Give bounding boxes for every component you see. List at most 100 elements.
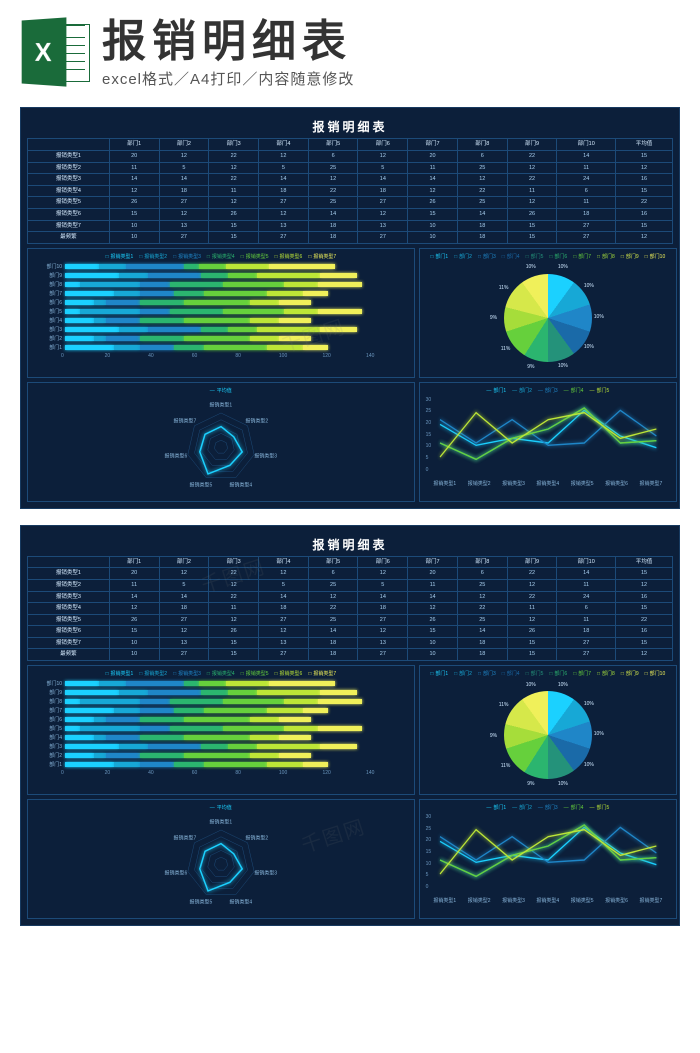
table-header: 部门6 (358, 556, 408, 568)
legend-item: 报销类型4 (207, 670, 235, 677)
radar-axis-label: 报销类型6 (165, 453, 188, 460)
bar-segment (65, 717, 94, 722)
bar-segment (184, 717, 250, 722)
bar-segment (94, 336, 106, 341)
bar-segment (80, 282, 141, 287)
bar-segment (279, 318, 311, 323)
bar-segment (204, 291, 267, 296)
legend-item: 报销类型2 (139, 253, 167, 260)
radar-axis-label: 报销类型5 (189, 481, 212, 488)
table-cell: 18 (557, 626, 616, 638)
axis-tick: 20 (105, 770, 149, 776)
bar-segment (94, 300, 106, 305)
bar-segment (284, 699, 318, 704)
table-header: 部门3 (209, 556, 259, 568)
bar-segment (140, 753, 184, 758)
table-cell: 12 (308, 174, 358, 186)
axis-tick: 140 (366, 353, 410, 359)
bar-segment (148, 273, 202, 278)
table-header (28, 556, 110, 568)
bar-segment (94, 717, 106, 722)
bar-segment (140, 726, 169, 731)
bar-segment (250, 717, 279, 722)
legend-item: 部门2 (454, 670, 472, 677)
table-cell: 12 (457, 591, 507, 603)
bar-row: 部门5 (36, 725, 406, 732)
table-cell: 14 (109, 174, 159, 186)
table-cell: 11 (557, 197, 616, 209)
bar-segment (106, 735, 140, 740)
table-cell: 15 (507, 649, 557, 661)
bar-segment (320, 744, 356, 749)
table-cell: 26 (109, 197, 159, 209)
axis-tick: 报销类型3 (496, 897, 530, 904)
bar-segment (204, 762, 267, 767)
bar-row: 部门8 (36, 281, 406, 288)
bar-segment (223, 726, 284, 731)
axis-tick: 报销类型7 (634, 897, 668, 904)
table-cell: 18 (308, 232, 358, 244)
table-cell: 25 (457, 614, 507, 626)
axis-tick: 20 (426, 837, 432, 843)
bar-row: 部门9 (36, 272, 406, 279)
table-cell: 27 (259, 649, 309, 661)
legend-item: 部门3 (478, 670, 496, 677)
row-label: 报销类型7 (28, 220, 110, 232)
bar-label: 部门9 (36, 689, 62, 696)
pie-slice-label: 11% (499, 702, 509, 708)
table-row: 报销类型21151252551125121112 (28, 162, 673, 174)
bar-segment (318, 309, 362, 314)
axis-tick: 30 (426, 814, 432, 820)
bar-segment (279, 753, 311, 758)
table-cell: 11 (209, 185, 259, 197)
table-row: 报销类型52627122725272625121122 (28, 197, 673, 209)
legend-item: 部门1 (430, 253, 448, 260)
table-cell: 13 (159, 220, 209, 232)
bar-segment (126, 264, 184, 269)
axis-tick: 报销类型6 (599, 480, 633, 487)
bar-segment (184, 264, 199, 269)
bar-segment (303, 762, 327, 767)
axis-tick: 25 (426, 826, 432, 832)
bar-label: 部门5 (36, 725, 62, 732)
bar-segment (267, 345, 303, 350)
bar-segment (99, 681, 126, 686)
radar-axis-label: 报销类型3 (254, 870, 277, 877)
axis-tick: 100 (279, 770, 323, 776)
legend-item: 部门4 (502, 253, 520, 260)
bar-segment (223, 309, 284, 314)
axis-tick: 10 (426, 861, 432, 867)
table-cell: 12 (308, 591, 358, 603)
bar-segment (284, 282, 318, 287)
radar-chart: 平均值报销类型1报销类型2报销类型3报销类型4报销类型5报销类型6报销类型7 (27, 382, 415, 502)
table-cell: 22 (507, 174, 557, 186)
bar-segment (119, 690, 148, 695)
table-cell: 22 (308, 603, 358, 615)
bar-segment (320, 327, 356, 332)
dashboard-title: 报销明细表 (27, 114, 673, 138)
table-cell: 16 (616, 591, 673, 603)
table-cell: 25 (308, 579, 358, 591)
radar-axis-label: 报销类型6 (165, 870, 188, 877)
table-header: 部门4 (259, 139, 309, 151)
bar-segment (148, 327, 202, 332)
bar-segment (65, 282, 80, 287)
radar-axis-label: 报销类型2 (245, 417, 268, 424)
row-label: 报销类型4 (28, 603, 110, 615)
table-cell: 27 (159, 232, 209, 244)
legend-item: 部门1 (486, 387, 506, 394)
bar-row: 部门3 (36, 326, 406, 333)
table-header: 部门1 (109, 556, 159, 568)
pie-slice-label: 10% (558, 781, 568, 787)
bar-segment (250, 735, 279, 740)
table-cell: 12 (507, 614, 557, 626)
pie-chart: 部门1部门2部门3部门4部门5部门6部门7部门8部门9部门1010%10%10%… (419, 248, 677, 378)
table-header: 部门8 (457, 556, 507, 568)
bar-row: 部门10 (36, 680, 406, 687)
bar-row: 部门2 (36, 335, 406, 342)
bar-label: 部门9 (36, 272, 62, 279)
bar-label: 部门7 (36, 290, 62, 297)
bar-segment (140, 762, 174, 767)
bar-segment (257, 690, 320, 695)
table-cell: 22 (616, 614, 673, 626)
